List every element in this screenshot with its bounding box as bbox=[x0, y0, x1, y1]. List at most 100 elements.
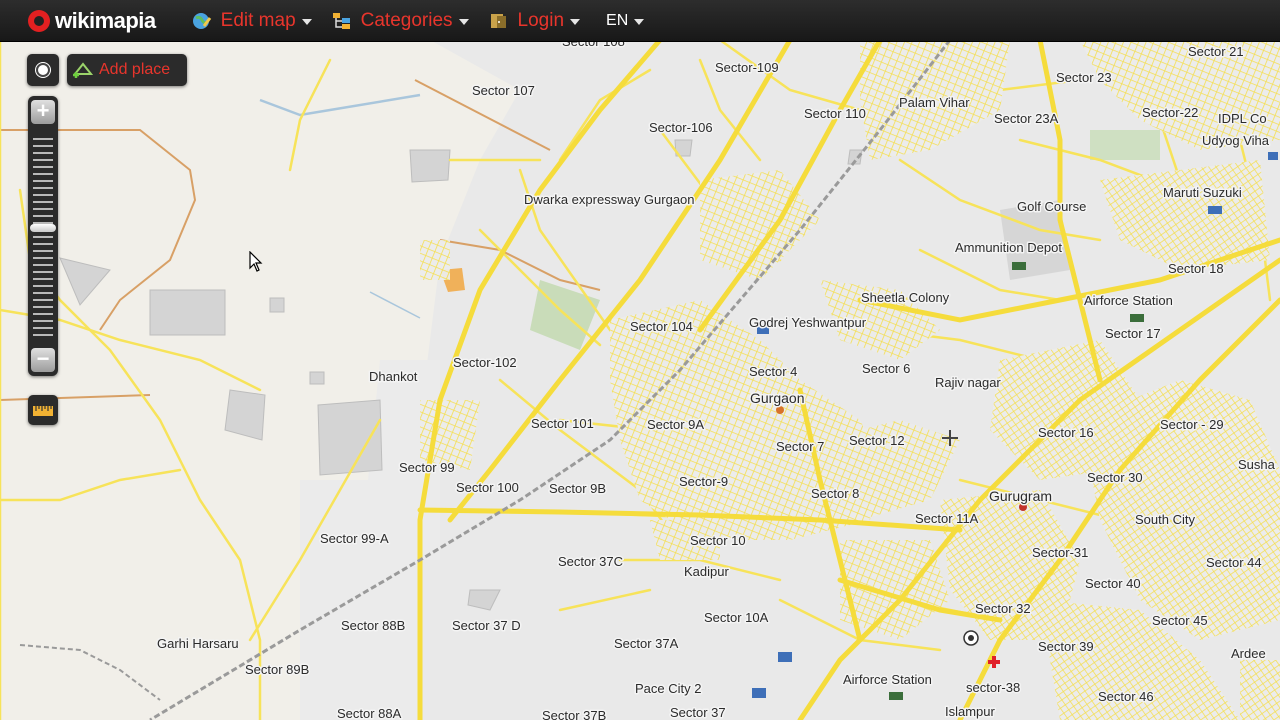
map-label[interactable]: Sector 99-A bbox=[319, 530, 391, 548]
map-label[interactable]: Sector 16 bbox=[1037, 424, 1096, 442]
map-label[interactable]: Ammunition Depot bbox=[954, 239, 1064, 257]
map-label[interactable]: Kadipur bbox=[683, 563, 731, 581]
stadium-icon[interactable] bbox=[963, 630, 979, 646]
map-label[interactable]: Sector 21 bbox=[1187, 43, 1246, 61]
map-label[interactable]: Sector 30 bbox=[1086, 469, 1145, 487]
map-label[interactable]: Sector 110 bbox=[803, 105, 868, 123]
map-label[interactable]: Gurgaon bbox=[749, 389, 806, 408]
map-label[interactable]: Sector 10 bbox=[689, 532, 748, 550]
map-label[interactable]: Sector 17 bbox=[1104, 325, 1163, 343]
map-label[interactable]: South City bbox=[1134, 511, 1197, 529]
map-label[interactable]: Sector 88A bbox=[336, 705, 404, 720]
map-label[interactable]: Garhi Harsaru bbox=[156, 635, 241, 653]
chevron-down-icon bbox=[634, 18, 645, 25]
ruler-button[interactable] bbox=[28, 395, 58, 425]
map-label[interactable]: Sector - 29 bbox=[1159, 416, 1226, 434]
zoom-control: + − bbox=[28, 96, 58, 376]
map-label[interactable]: Airforce Station bbox=[842, 671, 934, 689]
map-label[interactable]: Sector 11A bbox=[914, 510, 981, 528]
map-label[interactable]: Godrej Yeshwantpur bbox=[748, 314, 869, 332]
map-label[interactable]: Gurugram bbox=[988, 487, 1054, 506]
map-label[interactable]: Sector 18 bbox=[1167, 260, 1226, 278]
ruler-icon bbox=[33, 406, 53, 416]
locate-button[interactable] bbox=[27, 54, 59, 86]
map-label[interactable]: sector-38 bbox=[965, 679, 1022, 697]
map-label[interactable]: Maruti Suzuki bbox=[1162, 184, 1244, 202]
map-label[interactable]: Golf Course bbox=[1016, 198, 1088, 216]
map-canvas[interactable]: Palam Vihar ISector 108Sector-109Sector … bbox=[0, 0, 1280, 720]
map-label[interactable]: Sector 39 bbox=[1037, 638, 1096, 656]
map-label[interactable]: Dhankot bbox=[368, 368, 420, 386]
map-label[interactable]: Airforce Station bbox=[1083, 292, 1175, 310]
map-label[interactable]: Sector 37B bbox=[541, 707, 608, 720]
chevron-down-icon bbox=[458, 18, 469, 25]
categories-icon bbox=[332, 12, 350, 29]
map-label[interactable]: Sector 40 bbox=[1084, 575, 1143, 593]
map-label[interactable]: Udyog Viha bbox=[1201, 132, 1272, 150]
map-label[interactable]: Sector 100 bbox=[455, 479, 521, 497]
main-menu: Edit map Categories Login EN bbox=[192, 10, 645, 32]
map-label[interactable]: Pace City 2 bbox=[634, 680, 703, 698]
map-label[interactable]: Sector 44 bbox=[1205, 554, 1264, 572]
map-label[interactable]: Sector-9 bbox=[678, 473, 730, 491]
add-place-label: Add place bbox=[99, 61, 171, 78]
map-label[interactable]: Sector 23 bbox=[1055, 69, 1114, 87]
zoom-slider-handle[interactable] bbox=[30, 224, 56, 232]
map-label[interactable]: Sector 88B bbox=[340, 617, 407, 635]
language-selector[interactable]: EN bbox=[606, 11, 645, 30]
map-label[interactable]: Dwarka expressway Gurgaon bbox=[523, 191, 697, 209]
map-label[interactable]: Sector 46 bbox=[1097, 688, 1156, 706]
map-label[interactable]: Sector 37 D bbox=[451, 617, 523, 635]
map-label[interactable]: Sector 8 bbox=[810, 485, 861, 503]
map-label[interactable]: Sector 99 bbox=[398, 459, 457, 477]
language-label: EN bbox=[606, 11, 629, 29]
zoom-slider-track[interactable] bbox=[33, 138, 53, 338]
map-label[interactable]: Sector 104 bbox=[629, 318, 695, 336]
map-label[interactable]: Palam Vihar bbox=[898, 94, 972, 112]
map-label[interactable]: Sector 10A bbox=[703, 609, 771, 627]
logo[interactable]: wikimapia bbox=[28, 8, 156, 34]
add-place-button[interactable]: Add place bbox=[67, 54, 187, 86]
edit-map-label: Edit map bbox=[220, 9, 296, 31]
edit-map-menu[interactable]: Edit map bbox=[192, 10, 312, 32]
map-label[interactable]: Sector-106 bbox=[648, 119, 715, 137]
map-label[interactable]: Islampur bbox=[944, 703, 998, 720]
map-label[interactable]: Sector 37A bbox=[613, 635, 681, 653]
map-label[interactable]: Sector 9A bbox=[646, 416, 706, 434]
chevron-down-icon bbox=[301, 18, 312, 25]
locate-icon bbox=[36, 63, 50, 77]
map-label[interactable]: Sector 9B bbox=[548, 480, 608, 498]
map-label[interactable]: Sheetla Colony bbox=[860, 289, 952, 307]
map-label[interactable]: Sector 89B bbox=[244, 661, 311, 679]
map-label[interactable]: Susha bbox=[1237, 456, 1278, 474]
map-label[interactable]: Sector-22 bbox=[1141, 104, 1200, 122]
zoom-out-icon[interactable]: − bbox=[31, 348, 55, 372]
chevron-down-icon bbox=[570, 18, 581, 25]
login-label: Login bbox=[517, 9, 565, 31]
map-label[interactable]: Sector 32 bbox=[974, 600, 1033, 618]
map-label[interactable]: Sector 37C bbox=[557, 553, 625, 571]
login-menu[interactable]: Login bbox=[489, 10, 581, 32]
map-label[interactable]: Sector 107 bbox=[471, 82, 537, 100]
map-label[interactable]: Sector-109 bbox=[714, 59, 781, 77]
map-label[interactable]: Sector 12 bbox=[848, 432, 907, 450]
map-label[interactable]: Sector 6 bbox=[861, 360, 912, 378]
map-label[interactable]: Sector 101 bbox=[530, 415, 596, 433]
zoom-in-icon[interactable]: + bbox=[31, 100, 55, 124]
map-label[interactable]: Sector 45 bbox=[1151, 612, 1210, 630]
map-label[interactable]: Sector 7 bbox=[775, 438, 826, 456]
app-name: wikimapia bbox=[55, 7, 156, 33]
categories-label: Categories bbox=[360, 9, 453, 31]
top-toolbar: wikimapia Edit map Categories Login EN bbox=[0, 0, 1280, 42]
login-icon bbox=[490, 13, 506, 28]
map-label[interactable]: Sector-102 bbox=[452, 354, 519, 372]
map-label[interactable]: IDPL Co bbox=[1217, 110, 1269, 128]
map-label[interactable]: Sector-31 bbox=[1031, 544, 1090, 562]
map-label[interactable]: Ardee bbox=[1230, 645, 1268, 663]
map-label[interactable]: Rajiv nagar bbox=[934, 374, 1003, 392]
categories-menu[interactable]: Categories bbox=[332, 10, 469, 32]
map-label[interactable]: Sector 4 bbox=[748, 363, 799, 381]
map-label[interactable]: Sector 37 bbox=[669, 704, 728, 720]
add-place-icon bbox=[73, 62, 93, 78]
map-label[interactable]: Sector 23A bbox=[993, 110, 1061, 128]
